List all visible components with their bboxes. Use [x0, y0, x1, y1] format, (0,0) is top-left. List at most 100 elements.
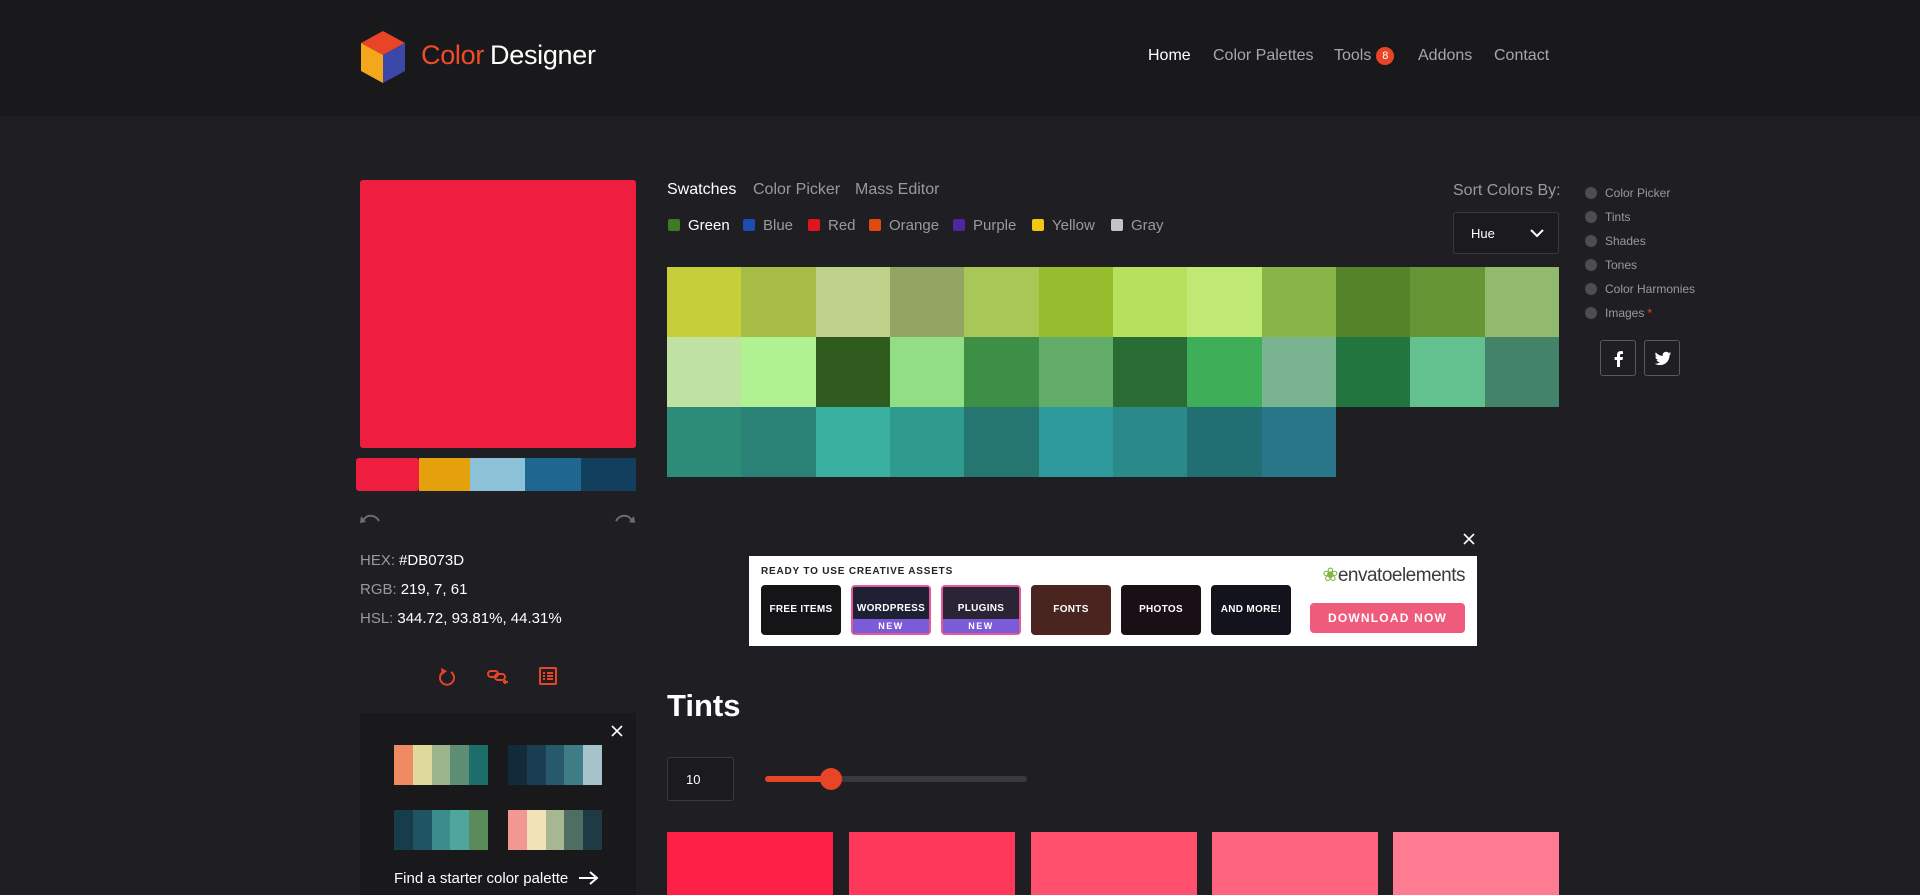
nav-contact[interactable]: Contact	[1494, 47, 1549, 65]
ad-tile-fonts[interactable]: FONTS	[1031, 585, 1111, 635]
starter-palette-4[interactable]	[508, 810, 602, 850]
swatch-cell[interactable]	[667, 337, 742, 407]
swatch-cell[interactable]	[890, 337, 965, 407]
nav-addons[interactable]: Addons	[1418, 47, 1472, 65]
swatch-cell[interactable]	[1261, 407, 1337, 477]
side-nav-shades[interactable]: Shades	[1585, 234, 1646, 248]
tint-swatch[interactable]	[1031, 832, 1197, 895]
tints-slider-handle[interactable]	[819, 768, 842, 790]
nav-color-palettes[interactable]: Color Palettes	[1213, 47, 1314, 65]
tab-swatches[interactable]: Swatches	[667, 181, 736, 199]
filter-purple[interactable]: Purple	[953, 217, 1016, 234]
hsl-value[interactable]: 344.72, 93.81%, 44.31%	[397, 610, 561, 627]
side-nav-images[interactable]: Images *	[1585, 306, 1652, 320]
starter-palette-3[interactable]	[394, 810, 488, 850]
ad-tile-and-more[interactable]: AND MORE!	[1211, 585, 1291, 635]
swatch-cell[interactable]	[1113, 407, 1188, 477]
rgb-label: RGB:	[360, 581, 397, 598]
filter-red[interactable]: Red	[808, 217, 856, 234]
tint-swatch[interactable]	[1393, 832, 1559, 895]
link-add-icon[interactable]	[487, 668, 509, 684]
ad-close-icon[interactable]	[1463, 533, 1475, 545]
close-icon[interactable]	[611, 725, 623, 737]
cube-logo-icon[interactable]	[359, 31, 407, 85]
sort-select[interactable]: Hue	[1453, 212, 1559, 254]
starter-palette-link[interactable]: Find a starter color palette	[394, 870, 600, 887]
filter-orange[interactable]: Orange	[869, 217, 939, 234]
ad-tile-label: FREE ITEMS	[769, 604, 833, 615]
twitter-share-button[interactable]	[1644, 340, 1680, 376]
swatch-cell[interactable]	[1336, 267, 1411, 337]
facebook-share-button[interactable]	[1600, 340, 1636, 376]
swatch-cell[interactable]	[741, 267, 817, 337]
nav-tools[interactable]: Tools 8	[1334, 47, 1395, 65]
swatch-cell[interactable]	[1187, 337, 1263, 407]
swatch-cell[interactable]	[1336, 337, 1411, 407]
palette-strip-color-4[interactable]	[525, 458, 581, 491]
tab-color-picker[interactable]: Color Picker	[753, 181, 840, 199]
filter-yellow[interactable]: Yellow	[1032, 217, 1095, 234]
ad-tile-free-items[interactable]: FREE ITEMS	[761, 585, 841, 635]
palette-strip-color-2[interactable]	[419, 458, 470, 491]
undo-icon[interactable]	[360, 512, 382, 526]
redo-icon[interactable]	[613, 512, 635, 526]
swatch-cell[interactable]	[1261, 337, 1337, 407]
refresh-icon[interactable]	[438, 666, 456, 686]
swatch-cell[interactable]	[964, 407, 1040, 477]
side-nav-tints[interactable]: Tints	[1585, 210, 1631, 224]
swatch-cell[interactable]	[1261, 267, 1337, 337]
swatch-cell[interactable]	[890, 407, 965, 477]
tints-count-input[interactable]: 10	[667, 757, 734, 801]
swatch-cell[interactable]	[1038, 337, 1114, 407]
filter-gray[interactable]: Gray	[1111, 217, 1164, 234]
swatch-cell[interactable]	[1038, 267, 1114, 337]
swatch-cell[interactable]	[667, 267, 742, 337]
tints-slider-track[interactable]	[765, 776, 1027, 782]
palette-strip-color-1[interactable]	[356, 458, 419, 491]
starter-palette-1[interactable]	[394, 745, 488, 785]
side-nav-color-harmonies[interactable]: Color Harmonies	[1585, 282, 1695, 296]
swatch-cell[interactable]	[964, 337, 1040, 407]
ad-tile-wordpress[interactable]: WORDPRESS NEW	[851, 585, 931, 635]
tint-swatch[interactable]	[667, 832, 833, 895]
swatch-cell[interactable]	[1484, 267, 1560, 337]
swatch-cell[interactable]	[815, 407, 891, 477]
swatch-cell[interactable]	[1113, 267, 1188, 337]
current-color-swatch[interactable]	[360, 180, 636, 448]
swatch-cell[interactable]	[667, 407, 742, 477]
swatch-cell[interactable]	[964, 267, 1040, 337]
swatch-cell[interactable]	[1410, 337, 1486, 407]
swatch-cell[interactable]	[741, 337, 817, 407]
list-icon[interactable]	[539, 667, 557, 685]
side-nav-bullet	[1585, 187, 1597, 199]
starter-palette-2[interactable]	[508, 745, 602, 785]
swatch-cell[interactable]	[890, 267, 965, 337]
swatch-cell[interactable]	[741, 407, 817, 477]
swatch-cell[interactable]	[1113, 337, 1188, 407]
swatch-cell[interactable]	[1187, 267, 1263, 337]
swatch-cell[interactable]	[1410, 267, 1486, 337]
tint-swatch[interactable]	[1212, 832, 1378, 895]
tint-swatch[interactable]	[849, 832, 1015, 895]
filter-red-label: Red	[828, 217, 856, 234]
ad-tile-photos[interactable]: PHOTOS	[1121, 585, 1201, 635]
palette-strip-color-3[interactable]	[470, 458, 525, 491]
hex-value[interactable]: #DB073D	[399, 552, 464, 569]
side-nav-color-picker[interactable]: Color Picker	[1585, 186, 1670, 200]
side-nav-tones[interactable]: Tones	[1585, 258, 1637, 272]
filter-blue[interactable]: Blue	[743, 217, 793, 234]
rgb-value[interactable]: 219, 7, 61	[401, 581, 468, 598]
swatch-cell[interactable]	[1484, 337, 1560, 407]
filter-green[interactable]: Green	[668, 217, 730, 234]
ad-download-button[interactable]: DOWNLOAD NOW	[1310, 603, 1465, 633]
palette-strip-color-5[interactable]	[581, 458, 636, 491]
tab-mass-editor[interactable]: Mass Editor	[855, 181, 939, 199]
swatch-cell[interactable]	[1187, 407, 1263, 477]
ad-banner[interactable]: READY TO USE CREATIVE ASSETS ❀envatoelem…	[749, 556, 1477, 646]
nav-home[interactable]: Home	[1148, 47, 1191, 65]
brand-name[interactable]: Color Designer	[421, 40, 596, 71]
swatch-cell[interactable]	[815, 267, 891, 337]
ad-tile-plugins[interactable]: PLUGINS NEW	[941, 585, 1021, 635]
swatch-cell[interactable]	[815, 337, 891, 407]
swatch-cell[interactable]	[1038, 407, 1114, 477]
